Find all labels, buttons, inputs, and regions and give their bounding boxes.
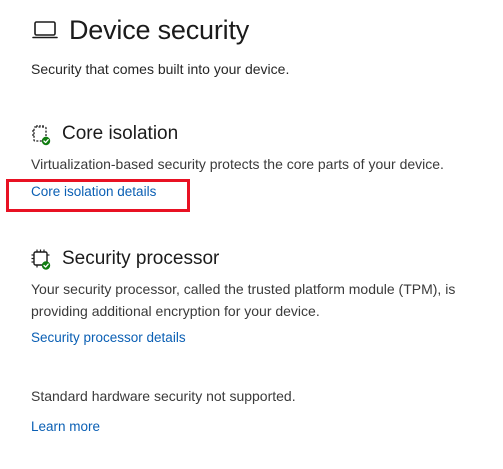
security-processor-chip-check-icon: [31, 249, 51, 270]
security-processor-title: Security processor: [62, 248, 220, 269]
security-processor-details-link[interactable]: Security processor details: [31, 330, 186, 345]
security-processor-header: Security processor: [31, 246, 491, 272]
core-isolation-description: Virtualization-based security protects t…: [31, 156, 444, 172]
security-processor-description: Your security processor, called the trus…: [31, 281, 456, 319]
core-isolation-title: Core isolation: [62, 123, 179, 144]
core-isolation-chip-check-icon: [31, 124, 51, 146]
page-header: Device security: [31, 14, 249, 46]
device-security-page: Device security Security that comes buil…: [0, 0, 503, 469]
page-subtitle: Security that comes built into your devi…: [31, 61, 290, 77]
highlight-annotation-box: [6, 179, 190, 212]
core-isolation-header: Core isolation: [31, 121, 491, 147]
page-title: Device security: [69, 14, 250, 45]
hardware-status-text: Standard hardware security not supported…: [31, 388, 296, 404]
learn-more-link[interactable]: Learn more: [31, 419, 100, 434]
laptop-icon: [31, 19, 59, 41]
security-processor-section: Security processor Your security process…: [31, 246, 491, 347]
